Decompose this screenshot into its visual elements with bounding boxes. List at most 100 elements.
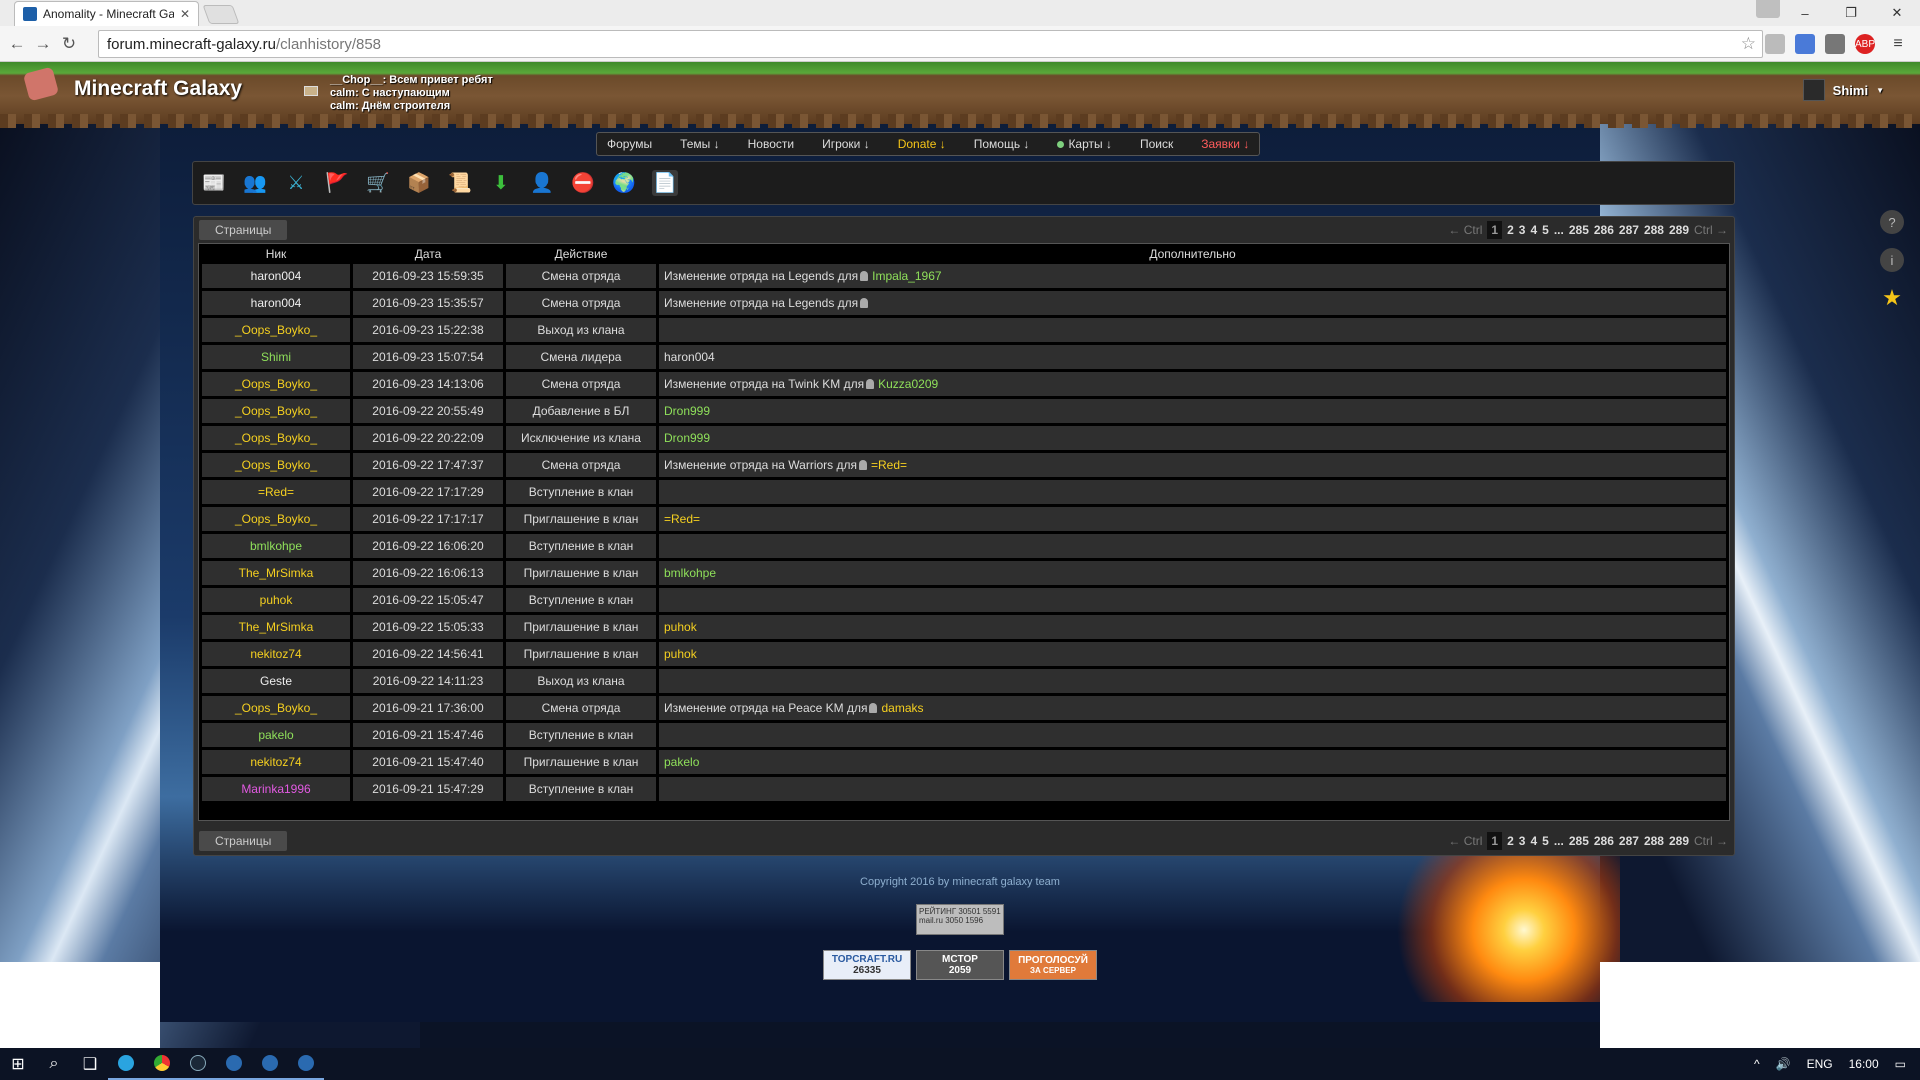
clan-globe-icon[interactable]: 🌍	[611, 170, 637, 196]
pager-page[interactable]: 289	[1669, 223, 1689, 237]
clock[interactable]: 16:00	[1849, 1057, 1879, 1071]
nick-cell[interactable]: nekitoz74	[202, 750, 350, 774]
nick-cell[interactable]: =Red=	[202, 480, 350, 504]
clan-flag-icon[interactable]: 🚩	[324, 170, 350, 196]
pager-page[interactable]: 287	[1619, 223, 1639, 237]
extra-user-link[interactable]: Impala_1967	[872, 269, 941, 283]
clan-download-icon[interactable]: ⬇	[488, 170, 514, 196]
nick-cell[interactable]: _Oops_Boyko_	[202, 696, 350, 720]
site-logo-text[interactable]: Minecraft Galaxy	[74, 77, 242, 101]
pager-page[interactable]: 286	[1594, 834, 1614, 848]
mail-icon[interactable]	[304, 86, 318, 96]
topcraft-badge[interactable]: TOPCRAFT.RU 26335	[823, 950, 911, 980]
launcher-icon[interactable]	[216, 1048, 252, 1080]
star-icon[interactable]: ★	[1880, 285, 1904, 310]
chrome-icon[interactable]	[144, 1048, 180, 1080]
nav-search[interactable]: Поиск	[1140, 137, 1173, 151]
clan-blacklist-icon[interactable]: ⛔	[570, 170, 596, 196]
nav-help[interactable]: Помощь ↓	[974, 137, 1030, 151]
nav-donate[interactable]: Donate ↓	[898, 137, 946, 151]
nick-cell[interactable]: bmlkohpe	[202, 534, 350, 558]
nav-news[interactable]: Новости	[748, 137, 794, 151]
extra-user-link[interactable]: puhok	[664, 620, 697, 634]
pager-page[interactable]: 3	[1519, 223, 1526, 237]
pager-page[interactable]: 288	[1644, 834, 1664, 848]
volume-icon[interactable]: 🔊	[1776, 1057, 1791, 1071]
pager-page[interactable]: 286	[1594, 223, 1614, 237]
tab-close-icon[interactable]: ✕	[180, 7, 190, 21]
pager-page[interactable]: 289	[1669, 834, 1689, 848]
extra-user-link[interactable]: pakelo	[664, 755, 699, 769]
nav-forums[interactable]: Форумы	[607, 137, 652, 151]
adblock-icon[interactable]: ABP	[1855, 34, 1875, 54]
extra-user-link[interactable]: Dron999	[664, 431, 710, 445]
nav-applications[interactable]: Заявки ↓	[1201, 137, 1249, 151]
clan-members-icon[interactable]: 👥	[242, 170, 268, 196]
extension-chat-icon[interactable]	[1825, 34, 1845, 54]
clan-history-icon[interactable]: 📄	[652, 170, 678, 196]
reload-button[interactable]: ↻	[56, 34, 82, 54]
nav-maps[interactable]: Карты ↓	[1057, 137, 1112, 151]
steam-icon[interactable]	[180, 1048, 216, 1080]
launcher-icon[interactable]	[252, 1048, 288, 1080]
extra-user-link[interactable]: =Red=	[664, 512, 700, 526]
pager-page[interactable]: 3	[1519, 834, 1526, 848]
extra-user-link[interactable]: Kuzza0209	[878, 377, 938, 391]
maximize-button[interactable]: ❐	[1828, 0, 1874, 26]
launcher-icon[interactable]	[288, 1048, 324, 1080]
shout-message[interactable]: calm: С наступающим	[330, 87, 493, 100]
nick-cell[interactable]: _Oops_Boyko_	[202, 426, 350, 450]
forward-button[interactable]: →	[30, 34, 56, 54]
pager-page[interactable]: 288	[1644, 223, 1664, 237]
nick-cell[interactable]: haron004	[202, 291, 350, 315]
clan-war-icon[interactable]: ⚔	[283, 170, 309, 196]
clan-news-icon[interactable]: 📰	[201, 170, 227, 196]
nick-cell[interactable]: pakelo	[202, 723, 350, 747]
nav-topics[interactable]: Темы ↓	[680, 137, 720, 151]
extension-translate-icon[interactable]	[1795, 34, 1815, 54]
nick-cell[interactable]: _Oops_Boyko_	[202, 453, 350, 477]
browser-tab[interactable]: Anomality - Minecraft Gal ✕	[14, 1, 199, 26]
extra-user-link[interactable]: bmlkohpe	[664, 566, 716, 580]
minimize-button[interactable]: –	[1782, 0, 1828, 26]
task-view-icon[interactable]: ❑	[72, 1048, 108, 1080]
nick-cell[interactable]: Marinka1996	[202, 777, 350, 801]
nick-cell[interactable]: _Oops_Boyko_	[202, 372, 350, 396]
skype-icon[interactable]	[108, 1048, 144, 1080]
nav-players[interactable]: Игроки ↓	[822, 137, 870, 151]
shout-message[interactable]: calm: Днём строителя	[330, 100, 493, 113]
pager-page[interactable]: 285	[1569, 834, 1589, 848]
back-button[interactable]: ←	[4, 34, 30, 54]
help-icon[interactable]: ?	[1880, 210, 1904, 234]
start-icon[interactable]: ⊞	[0, 1048, 36, 1080]
nick-cell[interactable]: puhok	[202, 588, 350, 612]
clan-storage-icon[interactable]: 📦	[406, 170, 432, 196]
notifications-icon[interactable]: ▭	[1895, 1057, 1906, 1071]
extra-user-link[interactable]: =Red=	[871, 458, 907, 472]
extension-feed-icon[interactable]	[1765, 34, 1785, 54]
pager-prev[interactable]: ← Ctrl	[1448, 223, 1482, 237]
nick-cell[interactable]: The_MrSimka	[202, 615, 350, 639]
language-indicator[interactable]: ENG	[1807, 1057, 1833, 1071]
pager-prev[interactable]: ← Ctrl	[1448, 834, 1482, 848]
clan-user-icon[interactable]: 👤	[529, 170, 555, 196]
nick-cell[interactable]: Shimi	[202, 345, 350, 369]
pager-page[interactable]: 285	[1569, 223, 1589, 237]
bookmark-star-icon[interactable]: ☆	[1741, 34, 1756, 54]
pager-page[interactable]: 5	[1542, 223, 1549, 237]
nick-cell[interactable]: Geste	[202, 669, 350, 693]
address-bar[interactable]: forum.minecraft-galaxy.ru/clanhistory/85…	[98, 30, 1763, 58]
profile-icon[interactable]	[1756, 0, 1780, 18]
pager-next[interactable]: Ctrl →	[1694, 223, 1728, 237]
vote-badge[interactable]: ПРОГОЛОСУЙ ЗА СЕРВЕР	[1009, 950, 1097, 980]
menu-icon[interactable]: ≡	[1888, 34, 1908, 54]
user-menu[interactable]: Shimi ▼	[1802, 79, 1884, 101]
clan-shop-icon[interactable]: 🛒	[365, 170, 391, 196]
close-window-button[interactable]: ✕	[1874, 0, 1920, 26]
search-icon[interactable]: ⌕	[36, 1048, 72, 1080]
pager-page[interactable]: 2	[1507, 834, 1514, 848]
extra-user-link[interactable]: puhok	[664, 647, 697, 661]
logo-icon[interactable]	[22, 66, 60, 102]
nick-cell[interactable]: _Oops_Boyko_	[202, 399, 350, 423]
nick-cell[interactable]: haron004	[202, 264, 350, 288]
